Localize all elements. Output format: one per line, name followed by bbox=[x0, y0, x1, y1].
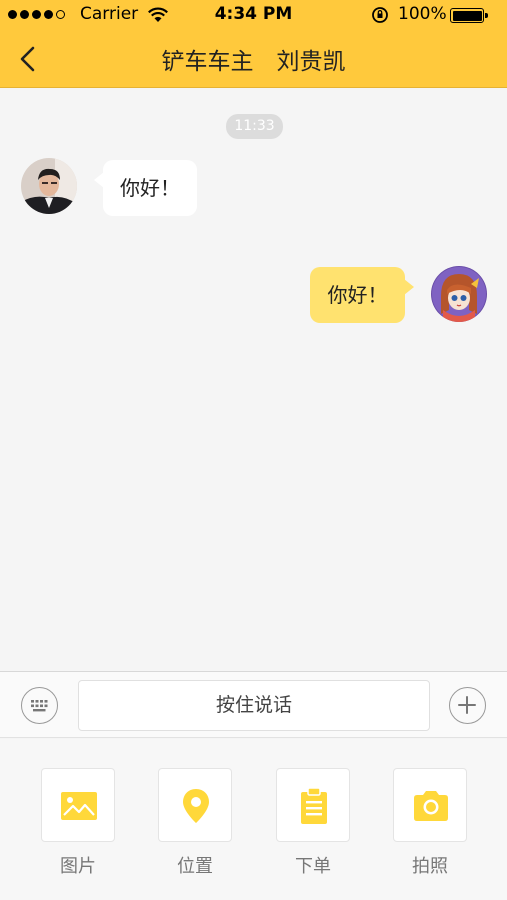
incoming-message-bubble[interactable]: 你好！ bbox=[94, 160, 197, 216]
tool-camera-tile[interactable] bbox=[393, 768, 467, 842]
more-options-button[interactable] bbox=[449, 687, 486, 724]
my-avatar[interactable] bbox=[431, 266, 487, 322]
camera-icon bbox=[414, 791, 448, 821]
attachment-panel: 图片 位置 下单 拍照 bbox=[0, 739, 507, 900]
contact-avatar[interactable] bbox=[21, 158, 77, 214]
tool-label: 拍照 bbox=[412, 856, 448, 877]
clipboard-icon bbox=[301, 787, 327, 824]
chat-area[interactable]: 11:33 你好！ 你好！ bbox=[0, 88, 507, 671]
message-timestamp: 11:33 bbox=[226, 114, 283, 139]
keyboard-toggle-button[interactable] bbox=[21, 687, 58, 724]
message-text: 你好！ bbox=[327, 283, 388, 307]
plus-icon bbox=[458, 696, 476, 714]
nav-bar: 铲车车主 刘贵凯 bbox=[0, 30, 507, 88]
tool-location[interactable]: 位置 bbox=[158, 768, 232, 878]
rotation-lock-icon bbox=[372, 7, 388, 23]
tool-location-tile[interactable] bbox=[158, 768, 232, 842]
input-bar: 按住说话 bbox=[0, 671, 507, 738]
status-bar: Carrier 4:34 PM 100% bbox=[0, 0, 507, 30]
tool-image[interactable]: 图片 bbox=[41, 768, 115, 878]
tool-order-tile[interactable] bbox=[276, 768, 350, 842]
tool-order[interactable]: 下单 bbox=[276, 768, 350, 878]
tool-image-tile[interactable] bbox=[41, 768, 115, 842]
my-avatar-image bbox=[431, 266, 487, 322]
page-title: 铲车车主 刘贵凯 bbox=[161, 49, 346, 75]
battery-icon bbox=[450, 8, 488, 23]
image-icon bbox=[61, 792, 97, 820]
hold-to-talk-button[interactable]: 按住说话 bbox=[78, 680, 430, 731]
battery-percent: 100% bbox=[398, 4, 447, 24]
outgoing-message-bubble[interactable]: 你好！ bbox=[310, 267, 414, 323]
keyboard-icon bbox=[31, 700, 48, 712]
tool-label: 图片 bbox=[60, 856, 96, 877]
app-header: Carrier 4:34 PM 100% 铲车车主 刘贵凯 bbox=[0, 0, 507, 88]
message-text: 你好！ bbox=[120, 176, 180, 200]
tool-camera[interactable]: 拍照 bbox=[393, 768, 467, 878]
location-pin-icon bbox=[183, 789, 209, 823]
tool-label: 位置 bbox=[177, 856, 213, 877]
contact-avatar-image bbox=[21, 158, 77, 214]
tool-label: 下单 bbox=[295, 856, 331, 877]
